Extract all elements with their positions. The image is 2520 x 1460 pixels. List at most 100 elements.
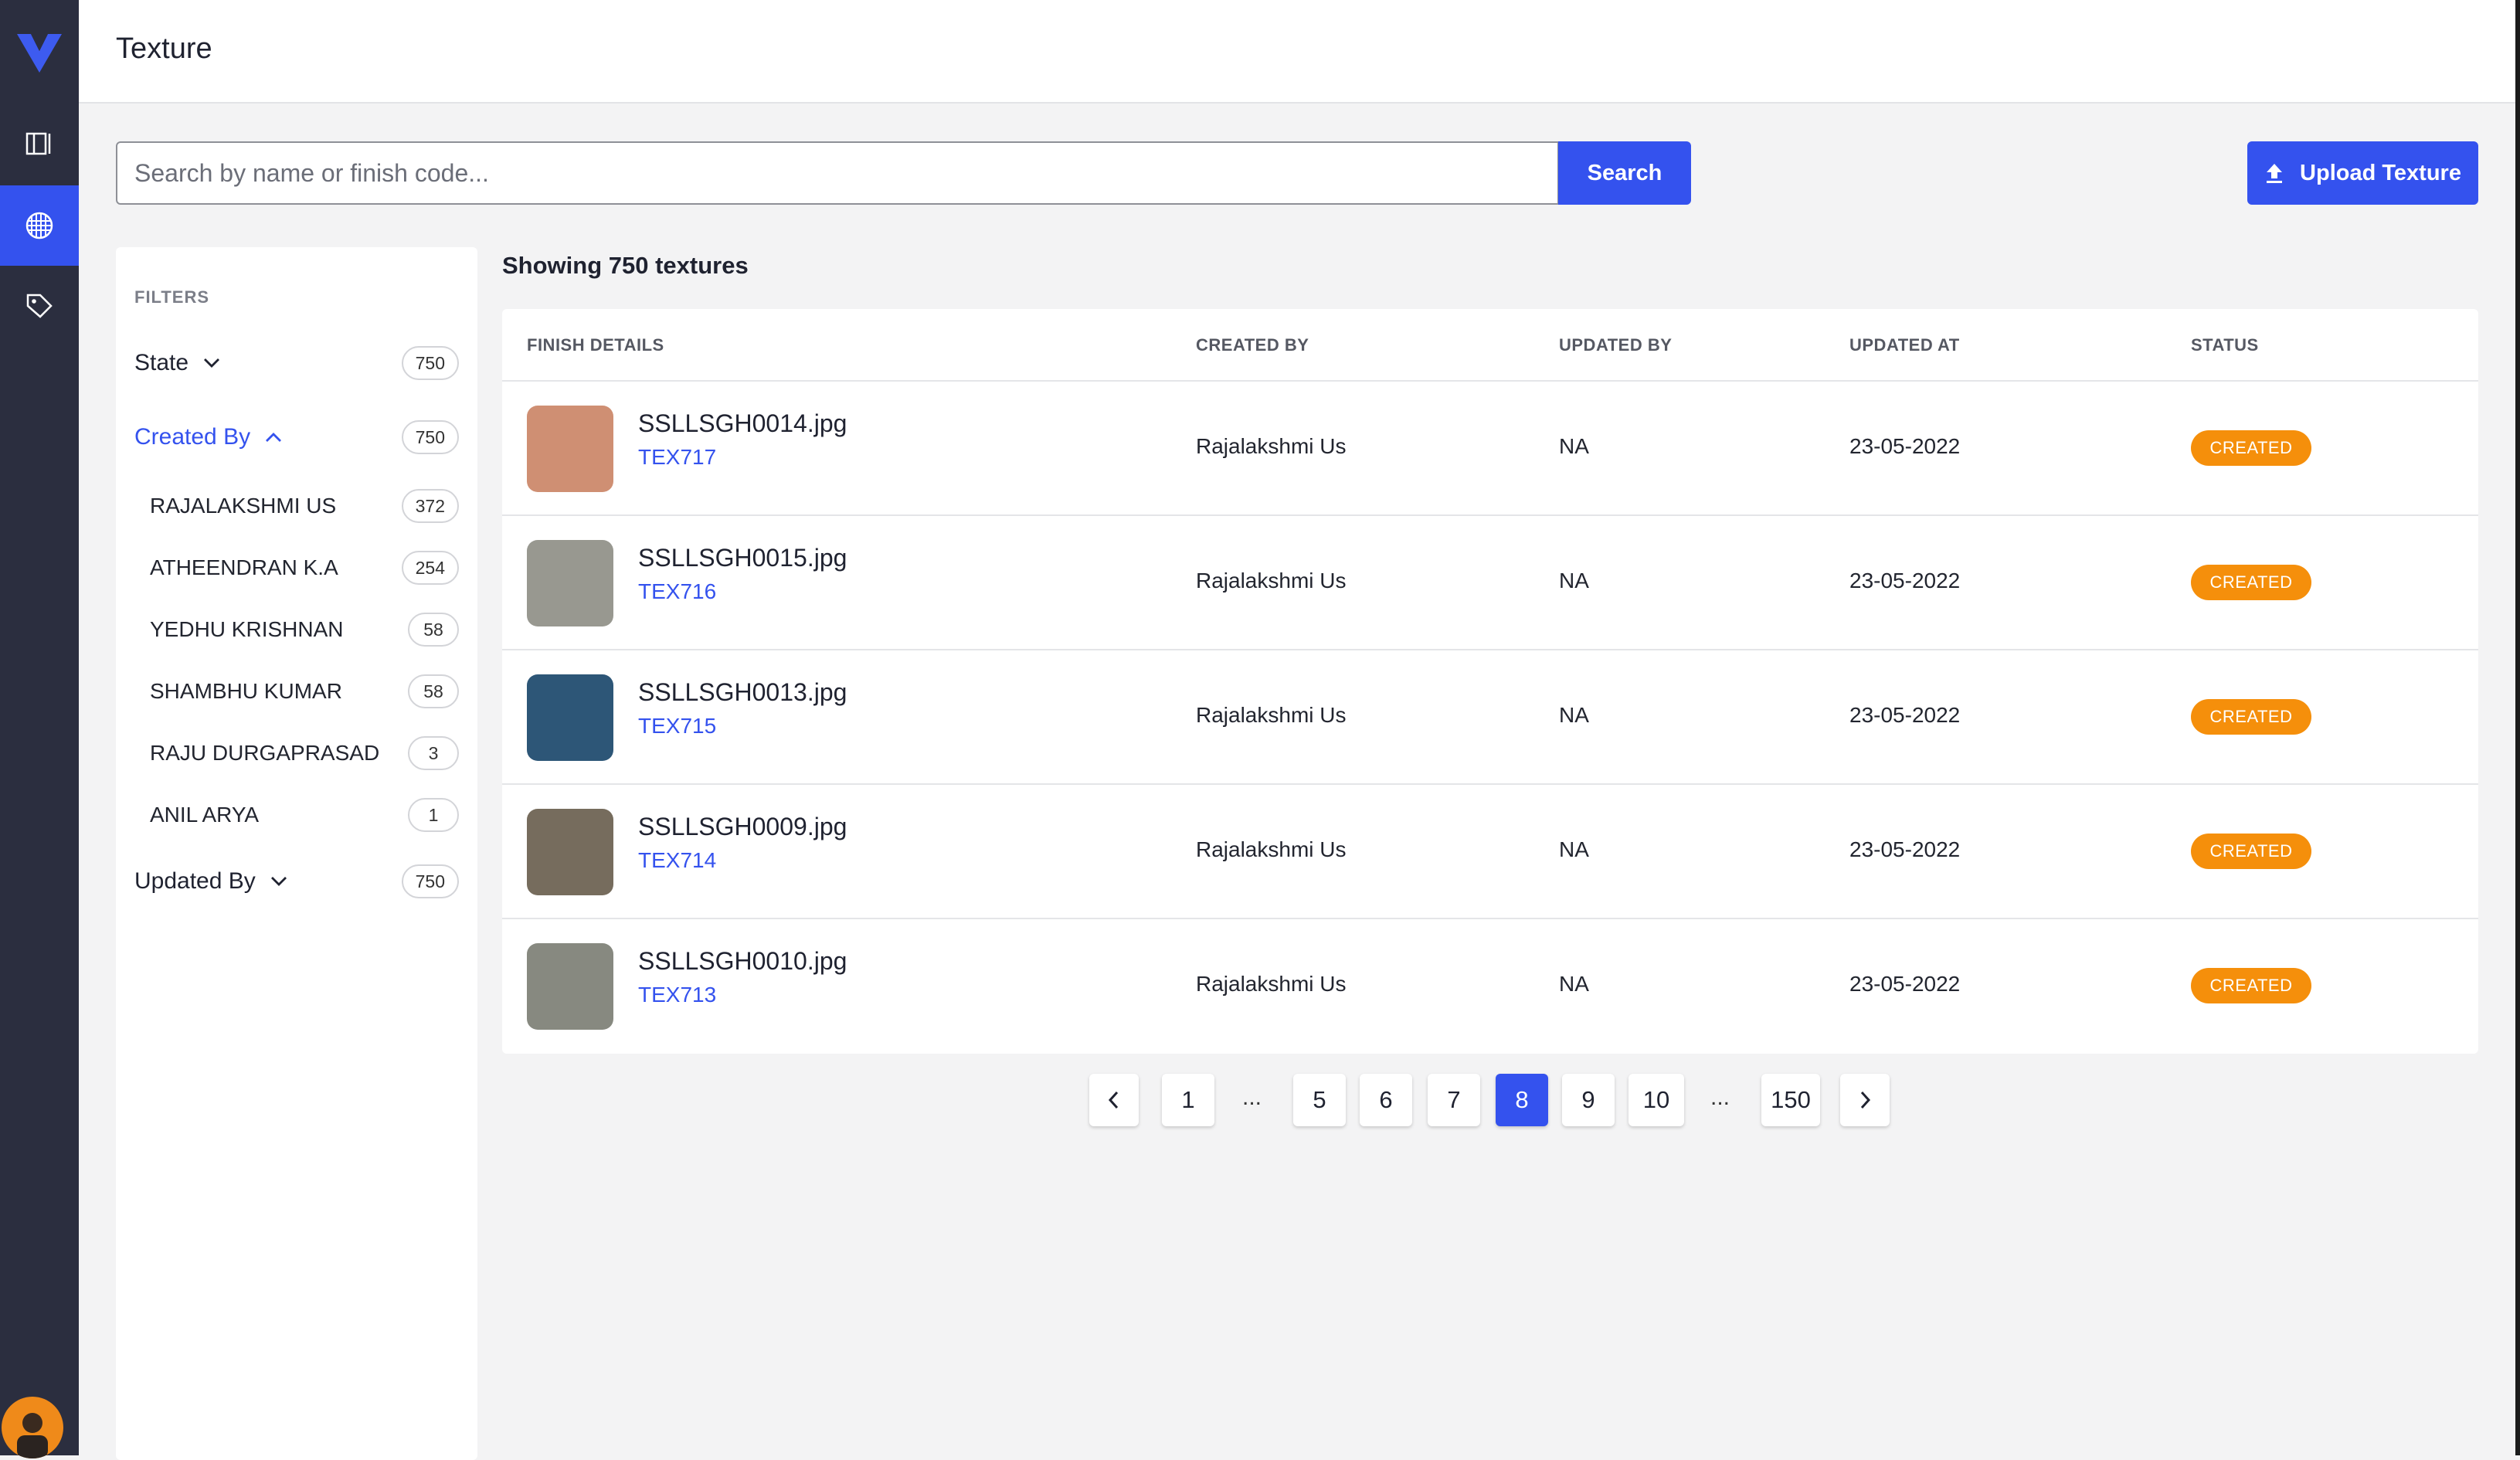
filters-title: FILTERS bbox=[134, 287, 210, 307]
pagination-next-button[interactable] bbox=[1840, 1074, 1890, 1126]
count-badge: 750 bbox=[401, 420, 459, 454]
filter-option-label: ATHEENDRAN K.A bbox=[150, 555, 338, 579]
upload-texture-button[interactable]: Upload Texture bbox=[2247, 141, 2478, 205]
status-badge: CREATED bbox=[2191, 834, 2311, 869]
pagination-page-6[interactable]: 6 bbox=[1360, 1074, 1412, 1126]
count-badge: 254 bbox=[401, 551, 459, 585]
chevron-down-icon bbox=[204, 358, 220, 368]
updated-by-cell: NA bbox=[1559, 703, 1589, 727]
book-icon bbox=[25, 132, 51, 155]
column-header-updated-by[interactable]: UPDATED BY bbox=[1559, 335, 1672, 355]
count-badge: 3 bbox=[408, 736, 459, 770]
texture-code-link[interactable]: TEX713 bbox=[638, 983, 716, 1007]
user-avatar-icon bbox=[17, 1413, 48, 1458]
chevron-right-icon bbox=[1860, 1091, 1871, 1109]
pagination-page-7[interactable]: 7 bbox=[1428, 1074, 1480, 1126]
nav-tags[interactable] bbox=[0, 266, 79, 346]
filter-group-state[interactable]: State 750 bbox=[134, 345, 459, 382]
count-badge: 58 bbox=[408, 613, 459, 647]
filter-group-label: Created By bbox=[134, 424, 251, 450]
pagination-page-9[interactable]: 9 bbox=[1562, 1074, 1615, 1126]
texture-code-link[interactable]: TEX715 bbox=[638, 714, 716, 738]
pagination-page-10[interactable]: 10 bbox=[1628, 1074, 1684, 1126]
pagination-page-150[interactable]: 150 bbox=[1761, 1074, 1820, 1126]
updated-by-cell: NA bbox=[1559, 569, 1589, 592]
pagination-prev-button[interactable] bbox=[1089, 1074, 1139, 1126]
brand-logo-icon[interactable] bbox=[15, 28, 63, 76]
count-badge: 750 bbox=[401, 346, 459, 380]
created-by-cell: Rajalakshmi Us bbox=[1196, 972, 1347, 996]
filter-option-label: RAJU DURGAPRASAD bbox=[150, 741, 380, 765]
texture-table: FINISH DETAILS CREATED BY UPDATED BY UPD… bbox=[502, 309, 2478, 1054]
texture-file-name: SSLLSGH0009.jpg bbox=[638, 813, 847, 840]
created-by-cell: Rajalakshmi Us bbox=[1196, 703, 1347, 727]
count-badge: 58 bbox=[408, 674, 459, 708]
table-row[interactable]: SSLLSGH0010.jpg TEX713 Rajalakshmi Us NA… bbox=[502, 919, 2478, 1054]
updated-at-cell: 23-05-2022 bbox=[1849, 703, 1961, 727]
page-header: Texture bbox=[79, 0, 2520, 104]
chevron-left-icon bbox=[1108, 1091, 1119, 1109]
table-row[interactable]: SSLLSGH0014.jpg TEX717 Rajalakshmi Us NA… bbox=[502, 382, 2478, 516]
texture-file-name: SSLLSGH0013.jpg bbox=[638, 678, 847, 706]
texture-code-link[interactable]: TEX717 bbox=[638, 445, 716, 470]
column-header-status[interactable]: STATUS bbox=[2191, 335, 2259, 355]
nav-catalog[interactable] bbox=[0, 104, 79, 184]
created-by-cell: Rajalakshmi Us bbox=[1196, 837, 1347, 861]
filter-option-yedhu-krishnan[interactable]: YEDHU KRISHNAN 58 bbox=[150, 611, 459, 648]
filter-option-rajalakshmi-us[interactable]: RAJALAKSHMI US 372 bbox=[150, 487, 459, 525]
texture-thumbnail[interactable] bbox=[527, 540, 613, 626]
updated-by-cell: NA bbox=[1559, 837, 1589, 861]
filter-option-label: YEDHU KRISHNAN bbox=[150, 617, 344, 641]
pagination-page-1[interactable]: 1 bbox=[1162, 1074, 1214, 1126]
filter-option-raju-durgaprasad[interactable]: RAJU DURGAPRASAD 3 bbox=[150, 735, 459, 772]
texture-thumbnail[interactable] bbox=[527, 674, 613, 761]
filter-group-label: State bbox=[134, 350, 189, 375]
page-title: Texture bbox=[116, 32, 212, 65]
side-nav-rail bbox=[0, 0, 79, 1458]
texture-thumbnail[interactable] bbox=[527, 809, 613, 895]
status-badge: CREATED bbox=[2191, 699, 2311, 735]
count-badge: 372 bbox=[401, 489, 459, 523]
filter-option-label: ANIL ARYA bbox=[150, 803, 260, 827]
upload-icon bbox=[2267, 164, 2283, 183]
upload-texture-label: Upload Texture bbox=[2300, 160, 2461, 185]
filter-option-atheendran-ka[interactable]: ATHEENDRAN K.A 254 bbox=[150, 549, 459, 586]
updated-at-cell: 23-05-2022 bbox=[1849, 434, 1961, 458]
filter-option-shambhu-kumar[interactable]: SHAMBHU KUMAR 58 bbox=[150, 673, 459, 710]
user-avatar[interactable] bbox=[2, 1397, 63, 1458]
table-row[interactable]: SSLLSGH0009.jpg TEX714 Rajalakshmi Us NA… bbox=[502, 785, 2478, 919]
column-header-updated-at[interactable]: UPDATED AT bbox=[1849, 335, 1960, 355]
table-header: FINISH DETAILS CREATED BY UPDATED BY UPD… bbox=[502, 309, 2478, 382]
window-edge bbox=[2515, 0, 2520, 1455]
texture-file-name: SSLLSGH0014.jpg bbox=[638, 409, 847, 437]
filter-option-label: RAJALAKSHMI US bbox=[150, 494, 337, 518]
texture-thumbnail[interactable] bbox=[527, 943, 613, 1030]
chevron-up-icon bbox=[266, 433, 282, 442]
updated-at-cell: 23-05-2022 bbox=[1849, 837, 1961, 861]
column-header-created-by[interactable]: CREATED BY bbox=[1196, 335, 1309, 355]
filters-panel: FILTERS State 750 Created By 750 RAJALAK… bbox=[116, 247, 477, 1460]
count-badge: 1 bbox=[408, 798, 459, 832]
column-header-finish-details[interactable]: FINISH DETAILS bbox=[527, 335, 664, 355]
tag-icon bbox=[26, 294, 53, 318]
status-badge: CREATED bbox=[2191, 968, 2311, 1003]
table-row[interactable]: SSLLSGH0013.jpg TEX715 Rajalakshmi Us NA… bbox=[502, 650, 2478, 785]
results-count: Showing 750 textures bbox=[502, 252, 749, 279]
pagination-page-8-current[interactable]: 8 bbox=[1496, 1074, 1548, 1126]
chevron-down-icon bbox=[270, 877, 287, 886]
filter-group-label: Updated By bbox=[134, 868, 256, 894]
filter-option-anil-arya[interactable]: ANIL ARYA 1 bbox=[150, 796, 459, 834]
count-badge: 750 bbox=[401, 864, 459, 898]
filter-group-created-by[interactable]: Created By 750 bbox=[134, 419, 459, 456]
pagination-page-5[interactable]: 5 bbox=[1293, 1074, 1346, 1126]
texture-code-link[interactable]: TEX716 bbox=[638, 579, 716, 604]
search-button[interactable]: Search bbox=[1558, 141, 1691, 205]
nav-texture[interactable] bbox=[0, 185, 79, 266]
filter-group-updated-by[interactable]: Updated By 750 bbox=[134, 863, 459, 900]
texture-code-link[interactable]: TEX714 bbox=[638, 848, 716, 873]
search-input[interactable] bbox=[116, 141, 1559, 205]
texture-thumbnail[interactable] bbox=[527, 406, 613, 492]
status-badge: CREATED bbox=[2191, 565, 2311, 600]
updated-by-cell: NA bbox=[1559, 972, 1589, 996]
table-row[interactable]: SSLLSGH0015.jpg TEX716 Rajalakshmi Us NA… bbox=[502, 516, 2478, 650]
